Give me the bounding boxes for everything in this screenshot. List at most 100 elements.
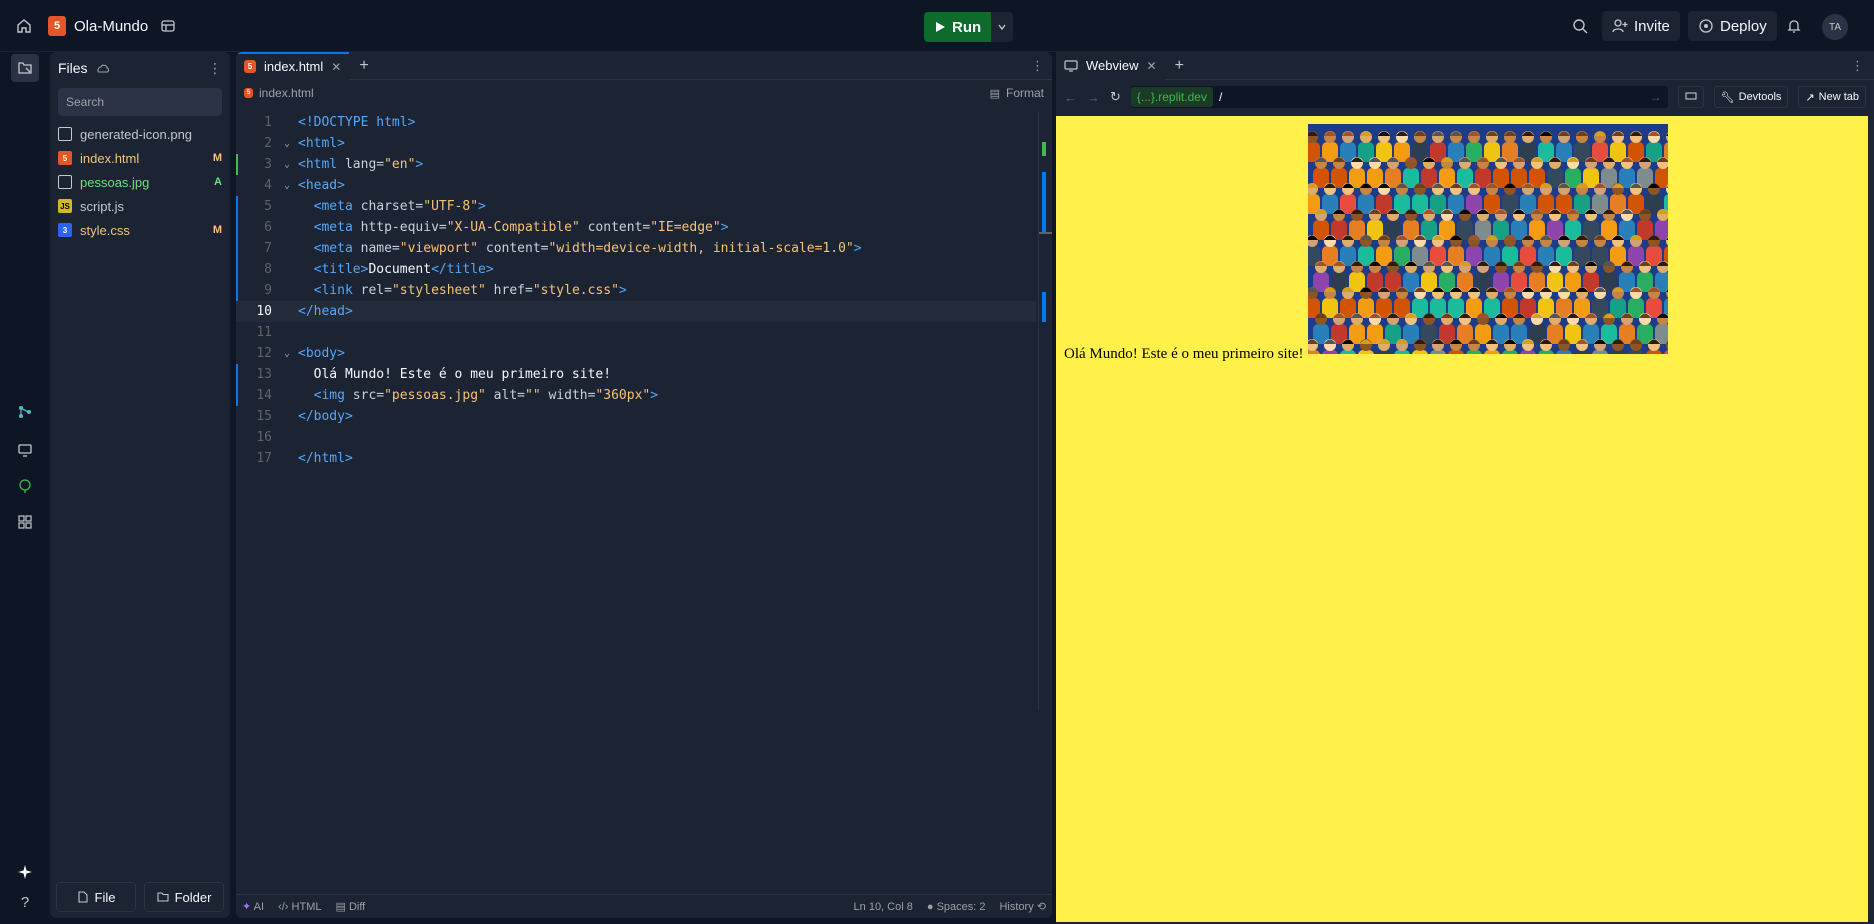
code-line: 3 ⌄ <html lang="en"> [236, 154, 1036, 175]
url-path: / [1218, 90, 1223, 104]
file-name: style.css [80, 222, 130, 238]
file-item[interactable]: 3 style.css M [50, 218, 230, 242]
html-file-icon: 5 [58, 151, 72, 165]
deploy-icon [1699, 19, 1713, 33]
image-file-icon [58, 127, 72, 141]
device-toggle-button[interactable] [1677, 86, 1704, 108]
webview-menu-icon[interactable]: ⋮ [1851, 58, 1864, 74]
files-menu-icon[interactable]: ⋮ [208, 60, 222, 77]
new-folder-label: Folder [174, 889, 212, 905]
new-tab-plus-icon[interactable]: + [359, 57, 368, 75]
files-title: Files [58, 60, 88, 76]
file-item[interactable]: JS script.js [50, 194, 230, 218]
folder-icon [157, 892, 169, 902]
fold-chevron-icon[interactable]: ⌄ [276, 348, 298, 359]
webview-url-bar: ← → ↻ {...}.replit.dev / → 🔧︎ Devtools ↗… [1056, 80, 1874, 114]
url-input[interactable]: {...}.replit.dev / → [1130, 86, 1668, 108]
files-search-placeholder: Search [66, 95, 105, 109]
git-icon[interactable] [11, 398, 39, 426]
search-icon[interactable] [1566, 12, 1594, 40]
devtools-label: Devtools [1738, 91, 1782, 103]
ai-sparkle-icon[interactable] [11, 858, 39, 886]
new-tab-plus-icon[interactable]: + [1175, 57, 1184, 75]
forward-arrow-icon[interactable]: → [1087, 90, 1100, 105]
file-name: index.html [80, 150, 140, 166]
code-line: 12 ⌄ <body> [256, 346, 345, 361]
editor-menu-icon[interactable]: ⋮ [1031, 58, 1044, 74]
code-area[interactable]: 1 <!DOCTYPE html> 2 ⌄ <html> 3 ⌄ <html lang="… [236, 112, 1036, 469]
language-status[interactable]: ‹/› HTML [278, 901, 321, 913]
back-arrow-icon[interactable]: ← [1064, 90, 1077, 105]
ai-label: AI [253, 901, 265, 913]
code-line: 6 <meta http-equiv="X-UA-Compatible" con… [236, 217, 1036, 238]
run-dropdown-button[interactable] [991, 12, 1014, 42]
repl-info-icon[interactable] [154, 12, 182, 40]
webview-pane: Webview ✕ + ⋮ ← → ↻ {...}.replit.dev / →… [1056, 51, 1874, 924]
run-label: Run [952, 18, 982, 36]
deployments-icon[interactable] [11, 472, 39, 500]
webview-preview[interactable]: Olá Mundo! Este é o meu primeiro site! [1056, 116, 1868, 922]
repl-title[interactable]: 5 Ola-Mundo [48, 16, 148, 36]
js-file-icon: JS [58, 199, 72, 213]
file-name: generated-icon.png [80, 126, 193, 142]
new-file-button[interactable]: File [56, 882, 136, 912]
indent-setting[interactable]: ● Spaces: 2 [927, 901, 986, 913]
new-tab-button[interactable]: ↗ New tab [1798, 86, 1866, 108]
breadcrumb-file-icon: 5 [244, 88, 253, 98]
tab-webview[interactable]: Webview ✕ [1056, 51, 1165, 80]
code-line: 11 [256, 325, 272, 340]
devtools-button[interactable]: 🔧︎ Devtools [1713, 86, 1789, 108]
avatar[interactable]: TA [1822, 14, 1848, 40]
run-button-group: Run [924, 12, 1014, 42]
files-search-input[interactable]: Search [58, 88, 222, 116]
wrench-icon: 🔧︎ [1720, 91, 1735, 104]
webview-pane-icon[interactable] [11, 436, 39, 464]
ai-status[interactable]: ✦ AI [242, 900, 264, 913]
left-rail: ? [0, 52, 50, 924]
file-item[interactable]: 5 index.html M [50, 146, 230, 170]
code-line: 1 <!DOCTYPE html> [264, 115, 416, 130]
home-icon[interactable] [10, 12, 38, 40]
add-user-icon [1612, 19, 1628, 33]
monitor-icon [1064, 59, 1078, 72]
file-item[interactable]: pessoas.jpg A [50, 170, 230, 194]
all-tools-grid-icon[interactable] [11, 508, 39, 536]
code-line: 5 <meta charset="UTF-8"> [236, 196, 1036, 217]
code-line: 13 Olá Mundo! Este é o meu primeiro site… [236, 364, 1036, 385]
file-item[interactable]: generated-icon.png [50, 122, 230, 146]
code-line: 7 <meta name="viewport" content="width=d… [236, 238, 1036, 259]
url-go-icon[interactable]: → [1650, 90, 1662, 104]
history-button[interactable]: History ⟲ [999, 900, 1046, 913]
deploy-label: Deploy [1720, 17, 1767, 35]
reload-icon[interactable]: ↻ [1110, 89, 1121, 105]
files-pane-icon[interactable] [11, 54, 39, 82]
code-line-active: 10 </head> [236, 301, 1036, 322]
invite-label: Invite [1634, 17, 1670, 35]
fold-chevron-icon[interactable]: ⌄ [276, 180, 298, 191]
editor-scrollbar[interactable] [1038, 112, 1052, 710]
format-button[interactable]: Format [1006, 86, 1044, 100]
image-file-icon [58, 175, 72, 189]
help-icon[interactable]: ? [11, 888, 39, 916]
files-header: Files ⋮ [50, 52, 230, 84]
code-line: 15 </body> [256, 409, 353, 424]
fold-chevron-icon[interactable]: ⌄ [276, 159, 298, 170]
invite-button[interactable]: Invite [1602, 11, 1680, 41]
deploy-button[interactable]: Deploy [1688, 11, 1777, 41]
tab-index-html[interactable]: 5 index.html ✕ [236, 52, 350, 80]
cursor-position[interactable]: Ln 10, Col 8 [854, 901, 913, 913]
language-label: HTML [291, 900, 322, 913]
run-button[interactable]: Run [924, 12, 992, 42]
new-folder-button[interactable]: Folder [144, 882, 224, 912]
code-line: 16 [256, 430, 272, 445]
git-status-badge: M [212, 224, 222, 236]
breadcrumb-label[interactable]: index.html [259, 86, 314, 100]
files-footer: File Folder [56, 882, 224, 912]
code-line: 8 <title>Document</title> [236, 259, 1036, 280]
notifications-bell-icon[interactable] [1780, 12, 1808, 40]
format-icon: ▤ [989, 87, 1000, 100]
diff-status[interactable]: ▤ Diff [335, 900, 365, 913]
close-tab-icon[interactable]: ✕ [1147, 59, 1157, 73]
close-tab-icon[interactable]: ✕ [331, 60, 341, 74]
fold-chevron-icon[interactable]: ⌄ [276, 138, 298, 149]
